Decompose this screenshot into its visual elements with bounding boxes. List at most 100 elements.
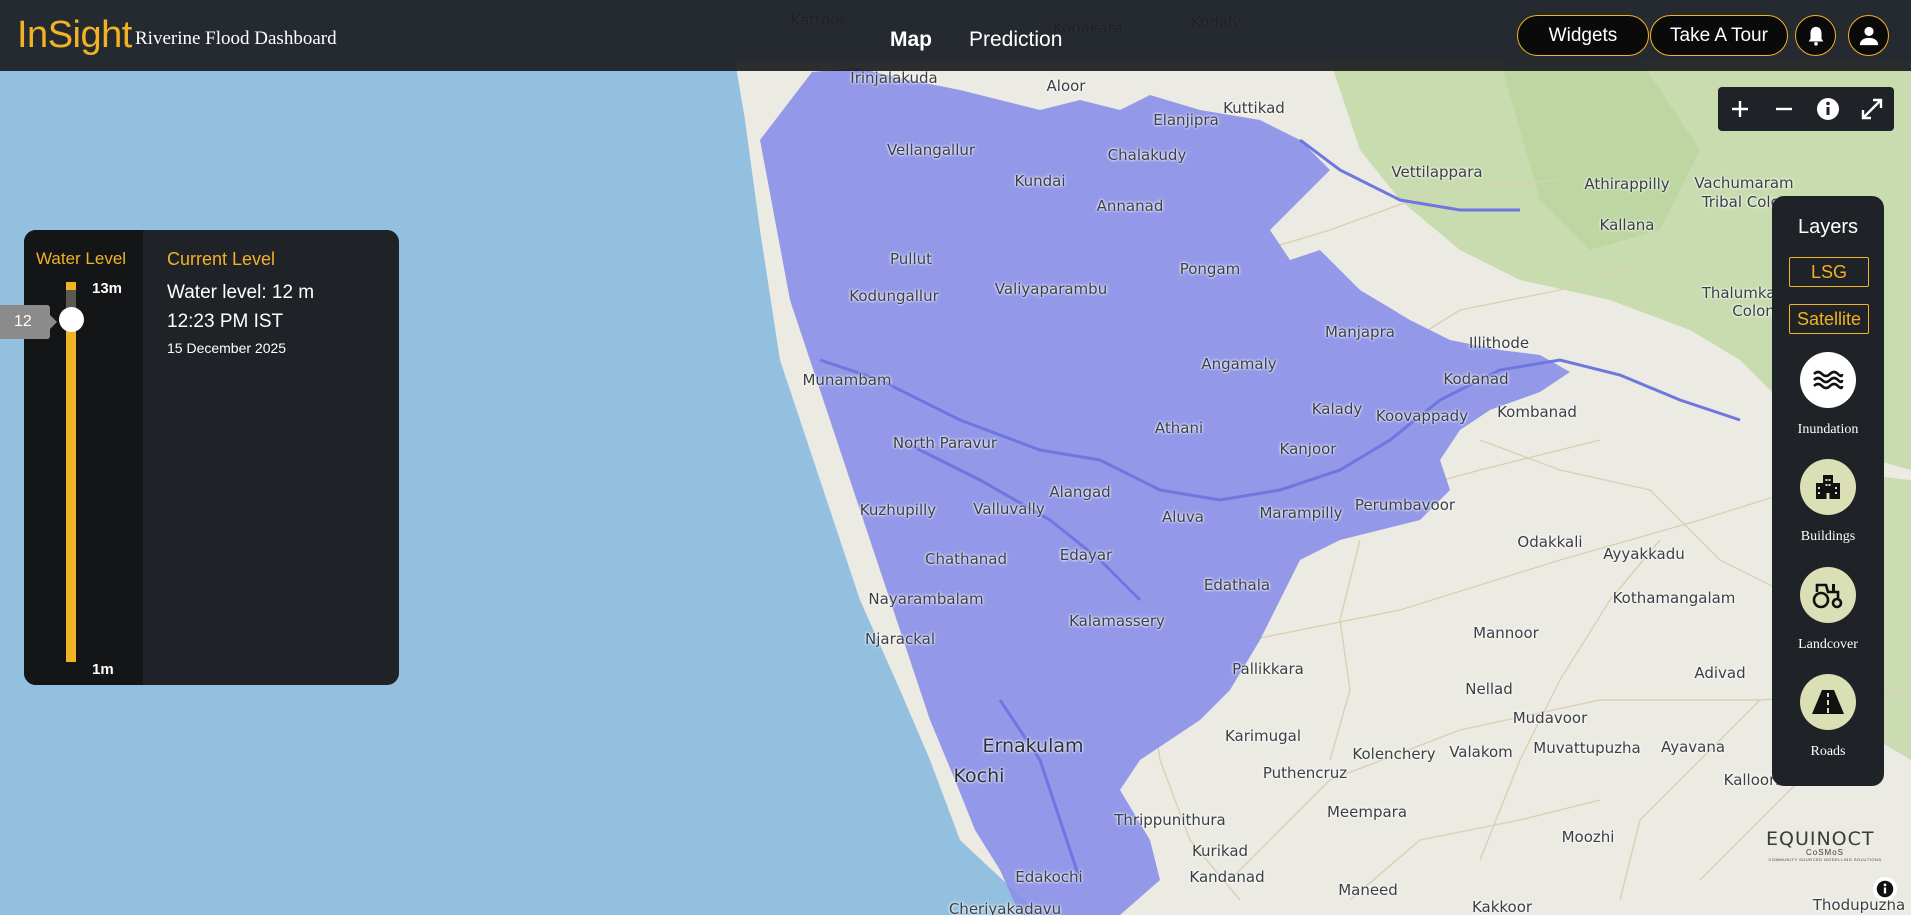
map-place-label: Kandanad — [1189, 868, 1265, 886]
map-place-label: Kodanad — [1443, 370, 1509, 388]
water-level-slider-track[interactable] — [66, 282, 76, 662]
map-place-label: Adivad — [1694, 664, 1746, 682]
zoom-out-button[interactable] — [1766, 91, 1802, 127]
top-header-bar: InSight Riverine Flood Dashboard Map Pre… — [0, 0, 1911, 71]
map-place-label: Odakkali — [1517, 533, 1583, 551]
user-icon — [1859, 26, 1878, 45]
layer-inundation-button[interactable] — [1800, 352, 1856, 408]
map-place-label: Alangad — [1049, 483, 1111, 501]
map-place-label: Pallikkara — [1232, 660, 1304, 678]
map-place-label: Pongam — [1179, 260, 1241, 278]
map-place-label: Edakochi — [1015, 868, 1083, 886]
map-place-label: Kurikad — [1191, 842, 1249, 860]
map-place-label: Kombanad — [1497, 403, 1577, 421]
satellite-toggle[interactable]: Satellite — [1789, 304, 1869, 334]
water-level-slider-thumb[interactable] — [59, 307, 84, 332]
map-place-label: Kuttikad — [1223, 99, 1285, 117]
plus-icon — [1732, 101, 1748, 117]
map-place-label: Chalakudy — [1107, 146, 1187, 164]
current-level-title: Current Level — [167, 249, 276, 269]
info-icon — [1876, 880, 1894, 898]
map-place-label: Moozhi — [1561, 828, 1615, 846]
map-place-label: Aloor — [1046, 77, 1086, 95]
brand-logo: InSight — [17, 14, 132, 56]
map-place-label: Meempara — [1326, 803, 1408, 821]
layer-buildings-button[interactable] — [1800, 459, 1856, 515]
tab-map[interactable]: Map — [890, 28, 932, 52]
map-place-label: Koovappady — [1375, 407, 1469, 425]
current-water-level: Water level: 12 m — [167, 282, 315, 303]
map-info-button[interactable] — [1810, 91, 1846, 127]
map-place-label: Athirappilly — [1584, 175, 1670, 193]
take-a-tour-button[interactable]: Take A Tour — [1650, 15, 1788, 56]
widgets-button[interactable]: Widgets — [1517, 15, 1649, 56]
tab-prediction[interactable]: Prediction — [969, 28, 1062, 52]
map-place-label: Kothamangalam — [1612, 589, 1736, 607]
map-place-label: Nayarambalam — [868, 590, 984, 608]
layer-landcover-button[interactable] — [1800, 567, 1856, 623]
notifications-button[interactable] — [1795, 15, 1836, 56]
map-place-label: Maneed — [1338, 881, 1398, 899]
map-place-label: Athani — [1154, 419, 1204, 437]
water-level-title: Water Level — [36, 249, 127, 268]
info-icon — [1817, 98, 1839, 120]
map-place-label: Ernakulam — [982, 735, 1084, 757]
map-place-label: Njarackal — [865, 630, 935, 648]
layer-inundation-label: Inundation — [1797, 422, 1859, 437]
map-place-label: Perumbavoor — [1354, 496, 1456, 514]
map-place-label: Kanjoor — [1279, 440, 1337, 458]
layer-landcover-label: Landcover — [1798, 637, 1858, 652]
map-place-label: Chathanad — [925, 550, 1007, 568]
map-place-label: Kallana — [1599, 216, 1655, 234]
building-icon — [1816, 475, 1840, 499]
map-place-label: Kuzhupilly — [859, 501, 937, 519]
equinoct-logo: EQUINOCT CoSMoS COMMUNITY SOURCED MODELL… — [1766, 828, 1884, 862]
map-place-label: Ayavana — [1660, 738, 1726, 756]
map-place-label: Illithode — [1468, 334, 1530, 352]
logo-main-text: EQUINOCT — [1766, 828, 1875, 850]
minus-icon — [1776, 107, 1792, 111]
map-place-label: Muvattupuzha — [1533, 739, 1641, 757]
lsg-toggle[interactable]: LSG — [1789, 257, 1869, 287]
fullscreen-button[interactable] — [1854, 91, 1890, 127]
map-place-label: Manjapra — [1325, 323, 1395, 341]
layer-roads-label: Roads — [1810, 744, 1846, 759]
bell-icon — [1808, 26, 1823, 46]
layers-panel: Layers LSG Satellite Inundation Building… — [1772, 196, 1884, 786]
map-place-label: Cheriyakadavu — [948, 900, 1062, 915]
attribution-button[interactable] — [1873, 877, 1897, 901]
map-place-label: Edayar — [1059, 546, 1113, 564]
map-place-label: Nellad — [1465, 680, 1513, 698]
map-place-label: Kalady — [1311, 400, 1363, 418]
map-place-label: North Paravur — [892, 434, 998, 452]
map-place-label: Munambam — [802, 371, 892, 389]
logo-tagline: COMMUNITY SOURCED MODELLING SOLUTIONS — [1768, 857, 1882, 862]
road-icon — [1812, 690, 1844, 714]
map-place-label: Ayyakkadu — [1603, 545, 1685, 563]
map-place-label: Mannoor — [1473, 624, 1539, 642]
map-place-label: Vettilappara — [1391, 163, 1483, 181]
layers-title: Layers — [1797, 216, 1859, 238]
map-place-label: Kolenchery — [1352, 745, 1436, 763]
map-place-label: Karimugal — [1224, 727, 1302, 745]
map-place-label: Edathala — [1203, 576, 1271, 594]
expand-icon — [1861, 98, 1883, 120]
water-level-panel: Water Level 13m 1m Current Level Water l… — [24, 230, 399, 685]
layer-roads-button[interactable] — [1800, 674, 1856, 730]
map-place-label: Mudavoor — [1512, 709, 1588, 727]
map-place-label: Kochi — [953, 765, 1005, 787]
map-place-label: Valiyaparambu — [994, 280, 1108, 298]
user-profile-button[interactable] — [1848, 15, 1889, 56]
map-place-label: Kakkoor — [1471, 898, 1533, 915]
map-place-label: Vellangallur — [886, 141, 976, 159]
map-place-label: Irinjalakuda — [850, 69, 938, 87]
map-place-label: Aluva — [1161, 508, 1205, 526]
zoom-in-button[interactable] — [1722, 91, 1758, 127]
dashboard-subtitle: Riverine Flood Dashboard — [135, 28, 337, 49]
water-level-slider-column: Water Level 13m 1m — [24, 230, 143, 685]
map-place-label: Annanad — [1096, 197, 1164, 215]
water-level-min-label: 1m — [92, 661, 114, 678]
map-place-label: Angamaly — [1201, 355, 1277, 373]
map-place-label: Kalamassery — [1069, 612, 1165, 630]
map-place-label: Elanjipra — [1153, 111, 1219, 129]
